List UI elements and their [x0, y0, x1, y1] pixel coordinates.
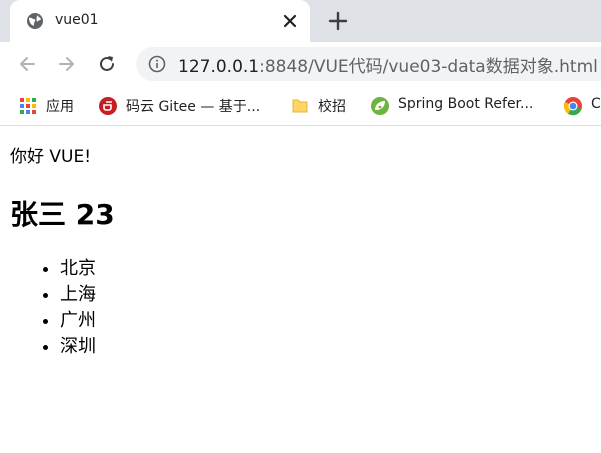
forward-arrow-icon[interactable]	[56, 53, 78, 75]
bookmark-label: Spring Boot Refer...	[398, 96, 534, 112]
chrome-icon	[564, 97, 582, 116]
page-content: 你好 VUE! 张三 23 北京 上海 广州 深圳	[0, 127, 601, 453]
url-text: 127.0.0.1:8848/VUE代码/vue03-data数据对象.html	[178, 52, 598, 77]
gitee-icon	[99, 97, 117, 115]
browser-tab[interactable]: vue01	[10, 0, 310, 42]
tab-title: vue01	[55, 12, 99, 28]
greeting-text: 你好 VUE!	[10, 147, 92, 167]
bookmark-label: 应用	[46, 99, 74, 115]
bookmark-spring-boot[interactable]: Spring Boot Refer...	[370, 95, 550, 117]
bookmark-apps[interactable]: 应用	[18, 95, 88, 117]
person-heading: 张三 23	[10, 198, 115, 231]
list-item: 北京	[60, 256, 96, 282]
bookmark-chrome[interactable]: C	[563, 95, 601, 117]
url-path: :8848/VUE代码/vue03-data数据对象.html	[259, 57, 598, 77]
bookmark-label: 校招	[318, 99, 346, 115]
bookmarks-bar: 应用 码云 Gitee — 基于... 校招 Spring Boot Refer…	[0, 86, 601, 126]
bookmark-gitee[interactable]: 码云 Gitee — 基于...	[98, 95, 278, 117]
globe-icon	[27, 13, 43, 29]
bookmark-label: C	[591, 96, 601, 112]
address-bar[interactable]: 127.0.0.1:8848/VUE代码/vue03-data数据对象.html	[136, 47, 601, 81]
tab-strip: vue01	[0, 0, 601, 42]
new-tab-plus-icon[interactable]	[327, 10, 349, 32]
spring-icon	[371, 97, 389, 115]
back-arrow-icon[interactable]	[16, 53, 38, 75]
list-item: 上海	[60, 282, 96, 308]
city-list: 北京 上海 广州 深圳	[60, 256, 96, 360]
close-icon[interactable]	[280, 11, 300, 31]
bookmark-xiaozhao[interactable]: 校招	[290, 95, 360, 117]
reload-icon[interactable]	[96, 53, 118, 75]
url-host: 127.0.0.1	[178, 57, 260, 77]
folder-icon	[292, 99, 308, 113]
list-item: 深圳	[60, 334, 96, 360]
apps-grid-icon	[20, 98, 36, 114]
bookmark-label: 码云 Gitee — 基于...	[126, 99, 261, 115]
list-item: 广州	[60, 308, 96, 334]
info-icon[interactable]	[148, 55, 166, 73]
